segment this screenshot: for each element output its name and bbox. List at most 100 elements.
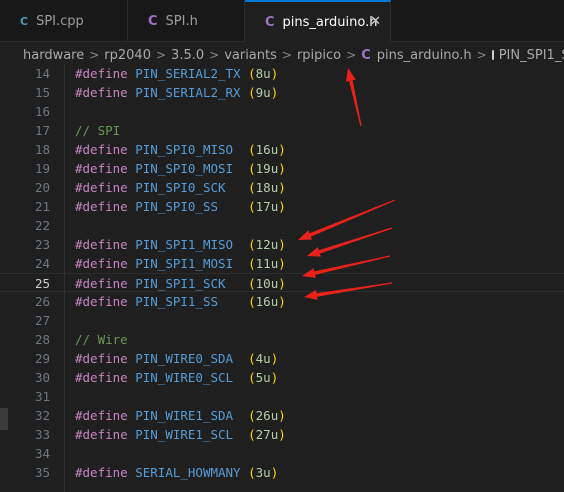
chevron-right-icon: > [89,48,100,62]
preprocessor-keyword: #define [75,256,128,271]
line-number: 15 [34,85,50,100]
open-paren: ( [248,85,256,100]
open-paren: ( [248,66,256,81]
macro-name: PIN_SERIAL2_TX [135,66,241,81]
code-line[interactable]: 26 #define PIN_SPI1_SS (16u) [0,292,564,311]
code-line[interactable]: 16 [0,102,564,121]
breadcrumb-item-file[interactable]: pins_arduino.h [377,48,472,63]
code-line[interactable]: 14 #define PIN_SERIAL2_TX (8u) [0,64,564,83]
chevron-right-icon: > [155,48,167,62]
code-text: #define PIN_SPI0_MISO (16u) [75,140,286,159]
tab-spi-cpp[interactable]: C SPI.cpp [0,0,128,42]
open-paren: ( [248,237,256,252]
code-text: #define PIN_SPI0_SS (17u) [75,197,286,216]
macro-value: 10u [255,276,279,291]
open-paren: ( [248,370,256,385]
line-number: 34 [34,446,50,461]
code-line[interactable]: 15 #define PIN_SERIAL2_RX (9u) [0,83,564,102]
macro-value: 12u [255,237,279,252]
preprocessor-keyword: #define [75,408,128,423]
close-paren: ) [270,351,279,366]
macro-name: PIN_SPI0_SS [135,199,219,214]
macro-name: PIN_SPI0_MISO [135,142,234,157]
breadcrumb-item-symbol[interactable]: PIN_SPI1_SCK [499,48,564,63]
code-line[interactable]: 32 #define PIN_WIRE1_SDA (26u) [0,406,564,425]
line-number: 22 [34,218,50,233]
code-line[interactable]: 21 #define PIN_SPI0_SS (17u) [0,197,564,216]
code-text: #define PIN_WIRE0_SCL (5u) [75,368,278,387]
code-text: // SPI [75,121,120,140]
open-paren: ( [248,408,256,423]
open-paren: ( [248,427,256,442]
code-line[interactable]: 24 #define PIN_SPI1_MOSI (11u) [0,254,564,273]
breadcrumb-item-rpipico[interactable]: rpipico [297,48,341,63]
close-paren: ) [270,370,279,385]
code-comment: // SPI [75,123,121,138]
code-line[interactable]: 33 #define PIN_WIRE1_SCL (27u) [0,425,564,444]
macro-name: PIN_SPI0_MOSI [135,161,234,176]
preprocessor-keyword: #define [75,66,128,81]
code-line[interactable]: 17 // SPI [0,121,564,140]
code-line[interactable]: 27 [0,311,564,330]
tab-bar: C SPI.cpp C SPI.h Cpins_arduino.h ✕ [0,0,564,43]
code-line[interactable]: 22 [0,216,564,235]
preprocessor-keyword: #define [75,237,128,252]
code-line[interactable]: 31 [0,387,564,406]
line-number: 24 [34,256,50,271]
preprocessor-keyword: #define [75,161,128,176]
code-line[interactable]: 34 [0,444,564,463]
c-header-file-icon: C [265,15,275,30]
tab-spi-h[interactable]: C SPI.h [128,0,245,42]
preprocessor-keyword: #define [75,294,128,309]
line-number: 20 [34,180,50,195]
macro-value: 4u [255,351,271,366]
code-line[interactable]: 28 // Wire [0,330,564,349]
macro-name: PIN_WIRE1_SCL [135,427,234,442]
code-line[interactable]: 23 #define PIN_SPI1_MISO (12u) [0,235,564,254]
macro-name: PIN_SPI1_SS [135,294,219,309]
breadcrumb-item-variants[interactable]: variants [224,48,277,63]
open-paren: ( [248,142,256,157]
code-line[interactable]: 35 #define SERIAL_HOWMANY (3u) [0,463,564,482]
macro-value: 5u [255,370,271,385]
code-line[interactable]: 19 #define PIN_SPI0_MOSI (19u) [0,159,564,178]
macro-value: 16u [255,142,279,157]
macro-value: 18u [255,180,279,195]
line-number: 27 [34,313,50,328]
macro-name: PIN_SPI1_MISO [135,237,234,252]
macro-value: 11u [255,256,279,271]
preprocessor-keyword: #define [75,180,128,195]
code-line[interactable]: 30 #define PIN_WIRE0_SCL (5u) [0,368,564,387]
preprocessor-keyword: #define [75,351,128,366]
macro-value: 3u [255,465,271,480]
preprocessor-keyword: #define [75,85,128,100]
code-line[interactable]: 29 #define PIN_WIRE0_SDA (4u) [0,349,564,368]
line-number: 29 [34,351,50,366]
code-line[interactable]: 25 #define PIN_SPI1_SCK (10u) [0,273,564,292]
tab-label: pins_arduino.h [282,15,378,30]
close-paren: ) [278,142,286,157]
line-number: 33 [34,427,50,442]
code-editor[interactable]: 14 #define PIN_SERIAL2_TX (8u) 15 #define P… [0,64,564,492]
code-line[interactable]: 18 #define PIN_SPI0_MISO (16u) [0,140,564,159]
close-paren: ) [278,161,286,176]
chevron-right-icon: > [476,48,487,62]
breadcrumb-item-rp2040[interactable]: rp2040 [104,48,151,63]
code-text: #define SERIAL_HOWMANY (3u) [75,463,278,482]
code-text: #define PIN_WIRE0_SDA (4u) [75,349,278,368]
macro-name: PIN_SPI1_SCK [135,276,226,291]
preprocessor-keyword: #define [75,427,128,442]
code-text: #define PIN_SERIAL2_TX (8u) [75,64,278,83]
macro-name: PIN_WIRE1_SDA [135,408,234,423]
code-line[interactable]: 20 #define PIN_SPI0_SCK (18u) [0,178,564,197]
code-text: // Wire [75,330,128,349]
close-icon[interactable]: ✕ [370,14,381,29]
breadcrumb-item-hardware[interactable]: hardware [23,48,84,63]
tab-pins-arduino-h[interactable]: Cpins_arduino.h ✕ [245,0,391,43]
code-text: #define PIN_SPI1_SCK (10u) [75,274,286,293]
close-paren: ) [278,408,286,423]
macro-name: PIN_SPI1_MOSI [135,256,234,271]
close-paren: ) [278,237,286,252]
breadcrumb-item-version[interactable]: 3.5.0 [171,48,204,63]
macro-value: 16u [255,294,279,309]
